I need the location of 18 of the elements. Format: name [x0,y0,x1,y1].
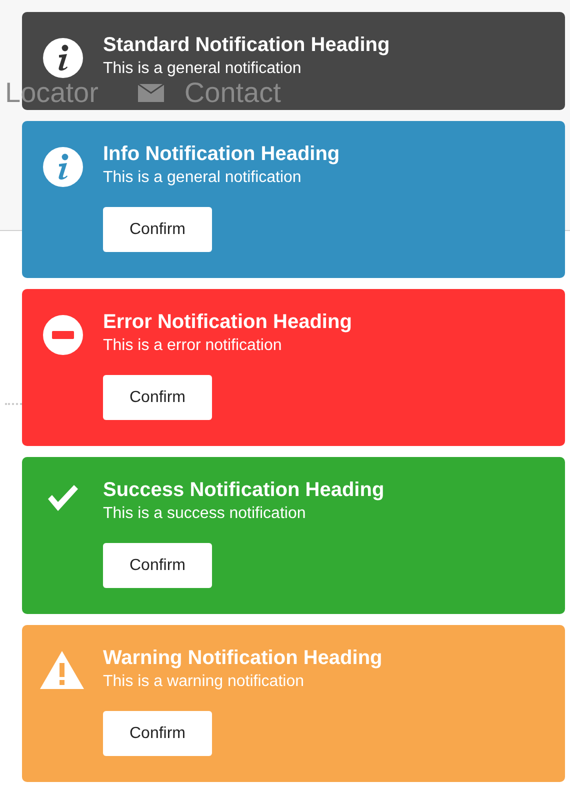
notification-heading: Standard Notification Heading [103,33,390,58]
confirm-button[interactable]: Confirm [103,207,212,252]
info-icon [42,38,82,78]
minus-circle-icon [42,315,82,355]
notification-heading: Warning Notification Heading [103,646,382,671]
confirm-button[interactable]: Confirm [103,375,212,420]
envelope-icon [138,84,164,102]
notification-heading: Error Notification Heading [103,310,352,335]
notification-message: This is a success notification [103,504,306,524]
confirm-button[interactable]: Confirm [103,711,212,756]
notification-heading: Info Notification Heading [103,142,340,167]
notification-heading: Success Notification Heading [103,478,384,503]
confirm-button[interactable]: Confirm [103,543,212,588]
info-icon [42,147,82,187]
notification-message: This is a warning notification [103,672,304,692]
notification-message: This is a error notification [103,336,282,356]
warning-icon [40,651,84,689]
notification-message: This is a general notification [103,168,302,188]
